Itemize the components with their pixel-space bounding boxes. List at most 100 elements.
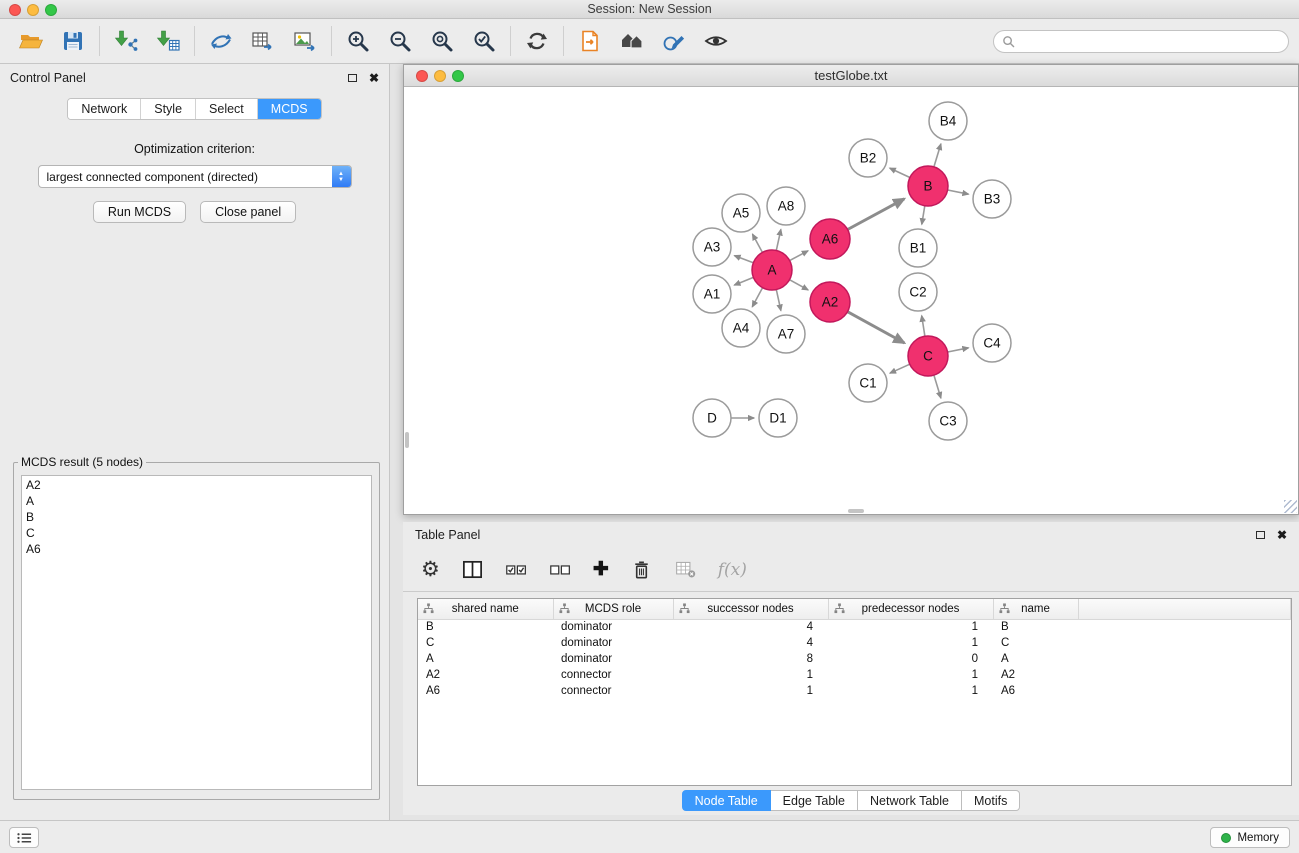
network-node-C1[interactable]: C1 [849, 364, 887, 402]
open-session-button[interactable] [10, 23, 52, 59]
table-cell[interactable]: 0 [828, 651, 993, 667]
table-cell[interactable]: A [418, 651, 553, 667]
network-graph[interactable]: B4B2BB3A5A8A6B1A3AC2A1A2A4A7C4CC1C3DD1 [404, 87, 1298, 514]
network-edge-B-B1[interactable] [922, 206, 925, 225]
table-cell[interactable]: 1 [673, 667, 828, 683]
zoom-network-window-button[interactable] [452, 70, 464, 82]
network-node-A2[interactable]: A2 [810, 282, 850, 322]
table-cell[interactable]: A6 [418, 683, 553, 699]
result-item[interactable]: A2 [26, 477, 367, 493]
table-cell[interactable]: dominator [553, 651, 673, 667]
zoom-window-button[interactable] [45, 4, 57, 16]
table-cell[interactable]: 8 [673, 651, 828, 667]
table-cell[interactable]: dominator [553, 619, 673, 635]
table-cell[interactable]: 1 [828, 667, 993, 683]
close-panel-icon[interactable]: ✖ [369, 73, 379, 83]
table-row[interactable]: Bdominator41B [418, 619, 1291, 635]
result-item[interactable]: B [26, 509, 367, 525]
search-input[interactable] [1020, 34, 1280, 48]
network-node-D1[interactable]: D1 [759, 399, 797, 437]
network-node-A1[interactable]: A1 [693, 275, 731, 313]
new-network-button[interactable] [200, 23, 242, 59]
annotations-button[interactable] [653, 23, 695, 59]
table-cell[interactable]: C [418, 635, 553, 651]
network-edge-A-A6[interactable] [790, 251, 808, 261]
network-edge-C-C4[interactable] [948, 348, 969, 352]
network-node-A7[interactable]: A7 [767, 315, 805, 353]
import-network-from-file-button[interactable] [105, 23, 147, 59]
table-cell[interactable]: B [993, 619, 1078, 635]
network-edge-C-C1[interactable] [890, 364, 910, 373]
zoom-in-button[interactable] [337, 23, 379, 59]
network-edge-A-A8[interactable] [776, 229, 781, 250]
network-edge-A2-C[interactable] [848, 312, 905, 343]
show-task-history-button[interactable] [9, 827, 39, 848]
table-cell[interactable]: A6 [993, 683, 1078, 699]
network-node-C2[interactable]: C2 [899, 273, 937, 311]
gear-icon[interactable]: ⚙ [421, 558, 440, 581]
add-column-icon[interactable]: ✚ [593, 559, 609, 581]
table-cell[interactable]: A2 [993, 667, 1078, 683]
home-button[interactable] [611, 23, 653, 59]
network-edge-A-A4[interactable] [752, 288, 762, 307]
col-header-mcds-role[interactable]: MCDS role [553, 599, 673, 619]
resize-grip[interactable] [1284, 500, 1297, 513]
col-header-successor-nodes[interactable]: successor nodes [673, 599, 828, 619]
minimize-window-button[interactable] [27, 4, 39, 16]
trash-icon[interactable] [630, 558, 653, 581]
result-item[interactable]: C [26, 525, 367, 541]
table-row[interactable]: Adominator80A [418, 651, 1291, 667]
tab-edge-table[interactable]: Edge Table [771, 790, 858, 811]
tab-mcds[interactable]: MCDS [257, 99, 321, 119]
tab-style[interactable]: Style [140, 99, 195, 119]
table-cell[interactable]: connector [553, 667, 673, 683]
new-table-button[interactable] [242, 23, 284, 59]
network-node-B4[interactable]: B4 [929, 102, 967, 140]
table-cell[interactable]: A [993, 651, 1078, 667]
horizontal-scrollbar-thumb[interactable] [848, 509, 864, 513]
network-node-C4[interactable]: C4 [973, 324, 1011, 362]
function-builder-icon[interactable]: f(x) [718, 560, 747, 580]
table-row[interactable]: Cdominator41C [418, 635, 1291, 651]
memory-button[interactable]: Memory [1210, 827, 1290, 848]
search-field[interactable] [993, 30, 1289, 53]
network-node-B[interactable]: B [908, 166, 948, 206]
network-edge-B-B3[interactable] [948, 190, 969, 194]
network-node-A[interactable]: A [752, 250, 792, 290]
export-image-button[interactable] [284, 23, 326, 59]
tab-network-table[interactable]: Network Table [858, 790, 962, 811]
network-edge-A-A3[interactable] [734, 256, 753, 263]
tab-select[interactable]: Select [195, 99, 257, 119]
first-neighbors-button[interactable] [569, 23, 611, 59]
table-cell[interactable]: A2 [418, 667, 553, 683]
network-node-D[interactable]: D [693, 399, 731, 437]
table-row[interactable]: A2connector11A2 [418, 667, 1291, 683]
col-header-predecessor-nodes[interactable]: predecessor nodes [828, 599, 993, 619]
columns-icon[interactable] [461, 558, 484, 581]
optimization-criterion-select[interactable]: largest connected component (directed) ▲… [38, 165, 352, 188]
network-node-A4[interactable]: A4 [722, 309, 760, 347]
network-node-B1[interactable]: B1 [899, 229, 937, 267]
minimize-network-window-button[interactable] [434, 70, 446, 82]
network-node-B3[interactable]: B3 [973, 180, 1011, 218]
unselect-all-icon[interactable] [549, 558, 572, 581]
table-cell[interactable]: C [993, 635, 1078, 651]
network-node-A6[interactable]: A6 [810, 219, 850, 259]
tab-node-table[interactable]: Node Table [682, 790, 771, 811]
table-cell[interactable]: 4 [673, 635, 828, 651]
table-cell[interactable]: 4 [673, 619, 828, 635]
network-edge-B-B4[interactable] [934, 144, 941, 167]
network-edge-A-A7[interactable] [776, 290, 781, 311]
network-edge-A6-B[interactable] [848, 199, 905, 230]
network-edge-A-A1[interactable] [734, 277, 753, 285]
vertical-scrollbar-thumb[interactable] [405, 432, 409, 448]
network-edge-A-A5[interactable] [753, 234, 763, 252]
save-session-button[interactable] [52, 23, 94, 59]
network-edge-C-C2[interactable] [922, 316, 925, 337]
network-edge-C-C3[interactable] [934, 375, 941, 398]
zoom-selected-button[interactable] [463, 23, 505, 59]
result-item[interactable]: A [26, 493, 367, 509]
import-table-from-file-button[interactable] [147, 23, 189, 59]
table-row[interactable]: A6connector11A6 [418, 683, 1291, 699]
network-edge-B-B2[interactable] [890, 168, 910, 177]
